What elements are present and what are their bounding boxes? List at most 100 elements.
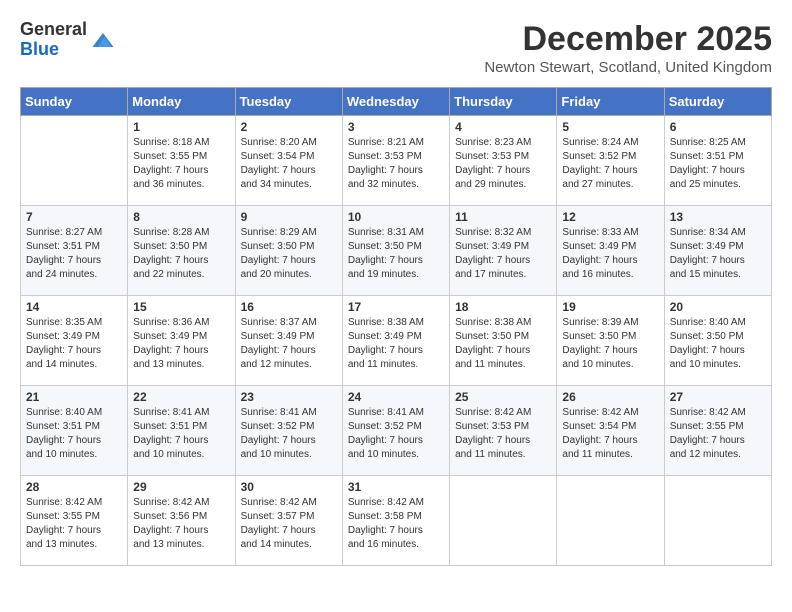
calendar-cell: 27 Sunrise: 8:42 AM Sunset: 3:55 PM Dayli…: [664, 386, 771, 476]
calendar-cell: 8 Sunrise: 8:28 AM Sunset: 3:50 PM Daylig…: [128, 206, 235, 296]
calendar-cell: 15Sunrise: 8:36 AM Sunset: 3:49 PM Dayli…: [128, 296, 235, 386]
header-day-thursday: Thursday: [450, 88, 557, 116]
day-info: Sunrise: 8:41 AM Sunset: 3:52 PM Dayligh…: [348, 406, 444, 462]
day-info: Sunrise: 8:20 AM Sunset: 3:54 PM Dayligh…: [241, 136, 337, 192]
calendar-cell: 26Sunrise: 8:42 AM Sunset: 3:54 PM Dayli…: [557, 386, 664, 476]
day-number: 6: [670, 120, 766, 134]
calendar-cell: 16 Sunrise: 8:37 AM Sunset: 3:49 PM Dayli…: [235, 296, 342, 386]
day-info: Sunrise: 8:41 AM Sunset: 3:52 PM Dayligh…: [241, 406, 337, 462]
day-info: Sunrise: 8:42 AM Sunset: 3:58 PM Dayligh…: [348, 496, 444, 552]
calendar-cell: 7Sunrise: 8:27 AM Sunset: 3:51 PM Daylig…: [21, 206, 128, 296]
logo-blue: Blue: [20, 39, 59, 59]
calendar-cell: 30 Sunrise: 8:42 AM Sunset: 3:57 PM Dayli…: [235, 476, 342, 566]
calendar-cell: 20 Sunrise: 8:40 AM Sunset: 3:50 PM Dayli…: [664, 296, 771, 386]
day-info: Sunrise: 8:42 AM Sunset: 3:53 PM Dayligh…: [455, 406, 551, 462]
day-info: Sunrise: 8:42 AM Sunset: 3:57 PM Dayligh…: [241, 496, 337, 552]
calendar-header-row: SundayMondayTuesdayWednesdayThursdayFrid…: [21, 88, 772, 116]
day-number: 2: [241, 120, 337, 134]
day-info: Sunrise: 8:42 AM Sunset: 3:55 PM Dayligh…: [670, 406, 766, 462]
day-info: Sunrise: 8:35 AM Sunset: 3:49 PM Dayligh…: [26, 316, 122, 372]
day-number: 16: [241, 300, 337, 314]
day-number: 5: [562, 120, 658, 134]
calendar-cell: 17 Sunrise: 8:38 AM Sunset: 3:49 PM Dayli…: [342, 296, 449, 386]
day-number: 28: [26, 480, 122, 494]
calendar-cell: 2 Sunrise: 8:20 AM Sunset: 3:54 PM Daylig…: [235, 116, 342, 206]
day-info: Sunrise: 8:38 AM Sunset: 3:50 PM Dayligh…: [455, 316, 551, 372]
day-number: 20: [670, 300, 766, 314]
day-number: 10: [348, 210, 444, 224]
day-number: 1: [133, 120, 229, 134]
calendar-week-5: 28 Sunrise: 8:42 AM Sunset: 3:55 PM Dayli…: [21, 476, 772, 566]
day-info: Sunrise: 8:36 AM Sunset: 3:49 PM Dayligh…: [133, 316, 229, 372]
day-info: Sunrise: 8:21 AM Sunset: 3:53 PM Dayligh…: [348, 136, 444, 192]
calendar-cell: 12Sunrise: 8:33 AM Sunset: 3:49 PM Dayli…: [557, 206, 664, 296]
day-info: Sunrise: 8:42 AM Sunset: 3:54 PM Dayligh…: [562, 406, 658, 462]
title-block: December 2025 Newton Stewart, Scotland, …: [484, 20, 772, 76]
day-info: Sunrise: 8:42 AM Sunset: 3:55 PM Dayligh…: [26, 496, 122, 552]
calendar-cell: 3 Sunrise: 8:21 AM Sunset: 3:53 PM Daylig…: [342, 116, 449, 206]
calendar-week-3: 14 Sunrise: 8:35 AM Sunset: 3:49 PM Dayli…: [21, 296, 772, 386]
header-day-wednesday: Wednesday: [342, 88, 449, 116]
day-number: 12: [562, 210, 658, 224]
day-number: 21: [26, 390, 122, 404]
calendar-week-1: 1 Sunrise: 8:18 AM Sunset: 3:55 PM Daylig…: [21, 116, 772, 206]
day-info: Sunrise: 8:18 AM Sunset: 3:55 PM Dayligh…: [133, 136, 229, 192]
logo: General Blue: [20, 20, 117, 60]
day-info: Sunrise: 8:38 AM Sunset: 3:49 PM Dayligh…: [348, 316, 444, 372]
day-number: 24: [348, 390, 444, 404]
calendar-cell: 24 Sunrise: 8:41 AM Sunset: 3:52 PM Dayli…: [342, 386, 449, 476]
day-info: Sunrise: 8:37 AM Sunset: 3:49 PM Dayligh…: [241, 316, 337, 372]
calendar-cell: 9 Sunrise: 8:29 AM Sunset: 3:50 PM Daylig…: [235, 206, 342, 296]
calendar-cell: [557, 476, 664, 566]
day-info: Sunrise: 8:31 AM Sunset: 3:50 PM Dayligh…: [348, 226, 444, 282]
calendar-table: SundayMondayTuesdayWednesdayThursdayFrid…: [20, 87, 772, 566]
day-number: 23: [241, 390, 337, 404]
calendar-cell: 29Sunrise: 8:42 AM Sunset: 3:56 PM Dayli…: [128, 476, 235, 566]
day-number: 3: [348, 120, 444, 134]
calendar-cell: 18 Sunrise: 8:38 AM Sunset: 3:50 PM Dayli…: [450, 296, 557, 386]
calendar-cell: 28 Sunrise: 8:42 AM Sunset: 3:55 PM Dayli…: [21, 476, 128, 566]
header-day-saturday: Saturday: [664, 88, 771, 116]
day-number: 11: [455, 210, 551, 224]
calendar-cell: 31Sunrise: 8:42 AM Sunset: 3:58 PM Dayli…: [342, 476, 449, 566]
day-number: 7: [26, 210, 122, 224]
day-number: 19: [562, 300, 658, 314]
calendar-cell: 25Sunrise: 8:42 AM Sunset: 3:53 PM Dayli…: [450, 386, 557, 476]
logo-general: General: [20, 19, 87, 39]
day-number: 18: [455, 300, 551, 314]
day-info: Sunrise: 8:39 AM Sunset: 3:50 PM Dayligh…: [562, 316, 658, 372]
day-info: Sunrise: 8:41 AM Sunset: 3:51 PM Dayligh…: [133, 406, 229, 462]
calendar-cell: 14 Sunrise: 8:35 AM Sunset: 3:49 PM Dayli…: [21, 296, 128, 386]
calendar-cell: 6 Sunrise: 8:25 AM Sunset: 3:51 PM Daylig…: [664, 116, 771, 206]
calendar-week-2: 7Sunrise: 8:27 AM Sunset: 3:51 PM Daylig…: [21, 206, 772, 296]
header-day-monday: Monday: [128, 88, 235, 116]
day-info: Sunrise: 8:40 AM Sunset: 3:50 PM Dayligh…: [670, 316, 766, 372]
month-year-title: December 2025: [484, 20, 772, 59]
calendar-cell: 22 Sunrise: 8:41 AM Sunset: 3:51 PM Dayli…: [128, 386, 235, 476]
day-info: Sunrise: 8:29 AM Sunset: 3:50 PM Dayligh…: [241, 226, 337, 282]
day-number: 17: [348, 300, 444, 314]
day-number: 22: [133, 390, 229, 404]
calendar-cell: 21 Sunrise: 8:40 AM Sunset: 3:51 PM Dayli…: [21, 386, 128, 476]
day-info: Sunrise: 8:25 AM Sunset: 3:51 PM Dayligh…: [670, 136, 766, 192]
day-info: Sunrise: 8:24 AM Sunset: 3:52 PM Dayligh…: [562, 136, 658, 192]
calendar-cell: [21, 116, 128, 206]
day-number: 27: [670, 390, 766, 404]
day-info: Sunrise: 8:28 AM Sunset: 3:50 PM Dayligh…: [133, 226, 229, 282]
header-day-tuesday: Tuesday: [235, 88, 342, 116]
location-subtitle: Newton Stewart, Scotland, United Kingdom: [484, 59, 772, 76]
calendar-week-4: 21 Sunrise: 8:40 AM Sunset: 3:51 PM Dayli…: [21, 386, 772, 476]
page-header: General Blue December 2025 Newton Stewar…: [10, 10, 782, 81]
day-number: 8: [133, 210, 229, 224]
day-number: 9: [241, 210, 337, 224]
logo-icon: [89, 26, 117, 54]
day-number: 29: [133, 480, 229, 494]
day-number: 14: [26, 300, 122, 314]
day-number: 30: [241, 480, 337, 494]
calendar-cell: [664, 476, 771, 566]
calendar-cell: 1 Sunrise: 8:18 AM Sunset: 3:55 PM Daylig…: [128, 116, 235, 206]
day-info: Sunrise: 8:40 AM Sunset: 3:51 PM Dayligh…: [26, 406, 122, 462]
calendar-cell: 10 Sunrise: 8:31 AM Sunset: 3:50 PM Dayli…: [342, 206, 449, 296]
calendar-cell: 4Sunrise: 8:23 AM Sunset: 3:53 PM Daylig…: [450, 116, 557, 206]
calendar-cell: 19 Sunrise: 8:39 AM Sunset: 3:50 PM Dayli…: [557, 296, 664, 386]
